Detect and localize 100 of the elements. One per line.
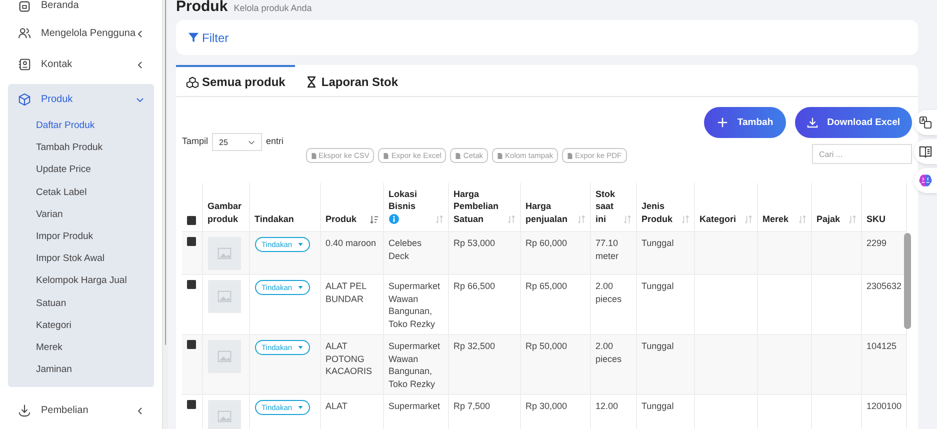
chevron-icon <box>136 30 144 38</box>
home-icon <box>18 0 31 13</box>
contact-icon <box>18 58 31 71</box>
sidebar-item[interactable]: Beranda <box>8 0 154 12</box>
table-cell: Rp 60,000 <box>526 238 568 248</box>
table-cell: Tunggal <box>642 281 674 291</box>
table-cell: 2305632 <box>866 281 902 291</box>
box-icon <box>18 93 31 106</box>
submenu-item[interactable]: Varian <box>8 204 154 226</box>
tab[interactable]: Semua produk <box>176 65 296 96</box>
checkbox[interactable] <box>187 400 196 409</box>
file-icon <box>383 152 390 160</box>
entries-label: entri <box>266 135 284 146</box>
submenu-item[interactable]: Merek <box>8 336 154 360</box>
submenu-item[interactable]: Impor Stok Awal <box>8 248 154 270</box>
table-cell: Rp 7,500 <box>454 401 490 411</box>
table-cell: ALAT POTONG KACAORIS <box>326 341 372 376</box>
file-icon <box>497 152 504 160</box>
scrollbar-thumb[interactable] <box>904 233 911 329</box>
submenu-item[interactable]: Satuan <box>8 292 154 315</box>
table-cell: Tunggal <box>642 341 674 351</box>
page-subtitle: Kelola produk Anda <box>234 3 312 13</box>
checkbox[interactable] <box>187 340 196 349</box>
table-cell: ALAT PEL BUNDAR <box>326 281 366 304</box>
sort-icon[interactable] <box>576 215 586 224</box>
info-icon <box>388 214 398 224</box>
table-cell: Tunggal <box>642 401 674 411</box>
image-placeholder-icon <box>208 340 240 373</box>
sort-icon[interactable] <box>622 215 632 224</box>
table-cell: 77.10 meter <box>596 238 619 260</box>
table-cell: 2.00 pieces <box>596 281 622 304</box>
book-icon[interactable] <box>914 139 937 164</box>
table-cell: 104125 <box>866 341 897 351</box>
submenu-item[interactable]: Tambah Produk <box>8 137 154 160</box>
submenu-item[interactable]: Cetak Label <box>8 182 154 204</box>
submenu-item[interactable]: Kategori <box>8 314 154 337</box>
search-field[interactable]: Cari ... <box>812 144 912 164</box>
sidebar-item[interactable]: Mengelola Pengguna <box>8 18 154 49</box>
table-cell: Rp 50,000 <box>526 341 568 351</box>
download-button[interactable]: Download Excel <box>795 107 912 138</box>
sidebar-item[interactable]: Pembelian <box>8 395 154 426</box>
checkbox[interactable] <box>187 280 196 289</box>
file-icon <box>455 152 462 160</box>
caret-icon <box>298 286 304 289</box>
table-cell: 2299 <box>866 238 887 248</box>
table-cell: Rp 30,000 <box>526 401 568 411</box>
submenu-item[interactable]: Daftar Produk <box>8 115 154 138</box>
table-cell: Supermarket Wawan Bangunan, Toko Rezky <box>388 341 440 388</box>
table-cell: Supermarket <box>388 401 440 411</box>
translate-icon[interactable] <box>914 110 937 135</box>
table-cell: 12.00 <box>596 401 618 411</box>
sort-icon[interactable] <box>506 215 516 224</box>
plus-icon <box>717 117 728 128</box>
sort-icon[interactable] <box>744 215 752 224</box>
submenu-item[interactable]: Jaminan <box>8 359 154 382</box>
tab[interactable]: Laporan Stok <box>295 65 408 96</box>
checkbox[interactable] <box>187 216 196 225</box>
scrollbar-thumb[interactable] <box>164 0 166 345</box>
cubes-icon <box>186 76 199 88</box>
chevron-icon <box>136 60 144 68</box>
table-cell: Rp 53,000 <box>454 238 496 248</box>
sidebar-item[interactable]: Produk <box>8 84 154 115</box>
image-placeholder-icon <box>208 400 240 429</box>
checkbox[interactable] <box>187 237 196 246</box>
table-cell: 2.00 pieces <box>596 341 622 364</box>
chevron-icon <box>136 406 144 415</box>
download-icon <box>18 404 31 418</box>
file-icon <box>310 152 317 160</box>
image-placeholder-icon <box>208 280 240 313</box>
table-cell: Celebes Deck <box>388 238 422 260</box>
add-button[interactable]: Tambah <box>704 107 786 138</box>
submenu-item[interactable]: Update Price <box>8 159 154 182</box>
table-cell: Rp 32,500 <box>454 341 496 351</box>
table-cell: 1200100 <box>866 401 902 411</box>
table-cell: ALAT <box>326 401 348 411</box>
table-cell: Tunggal <box>642 238 674 248</box>
chevron-icon <box>136 96 144 104</box>
page-size-select[interactable]: 25 <box>212 133 262 151</box>
sidebar-item[interactable]: Kontak <box>8 49 154 80</box>
sort-icon[interactable] <box>848 215 856 224</box>
download-icon <box>807 117 818 128</box>
caret-icon <box>298 346 304 349</box>
sort-ascending-icon[interactable] <box>370 215 378 224</box>
brain-icon[interactable] <box>914 168 937 193</box>
submenu-item[interactable]: Impor Produk <box>8 226 154 248</box>
submenu-item[interactable]: Kelompok Harga Jual <box>8 270 154 292</box>
users-icon <box>18 27 31 40</box>
sort-icon[interactable] <box>680 215 690 224</box>
caret-icon <box>298 243 304 246</box>
caret-icon <box>298 406 304 409</box>
scrollbar[interactable] <box>162 0 168 429</box>
caret-icon <box>248 140 256 144</box>
page-title: Produk <box>176 0 228 15</box>
sort-icon[interactable] <box>434 215 444 224</box>
filter-button[interactable]: Filter <box>188 30 229 44</box>
table-cell: Rp 65,000 <box>526 281 568 291</box>
show-label: Tampil <box>182 135 208 146</box>
hourglass-icon <box>305 76 318 88</box>
table-cell: Rp 66,500 <box>454 281 496 291</box>
sort-icon[interactable] <box>798 215 806 224</box>
